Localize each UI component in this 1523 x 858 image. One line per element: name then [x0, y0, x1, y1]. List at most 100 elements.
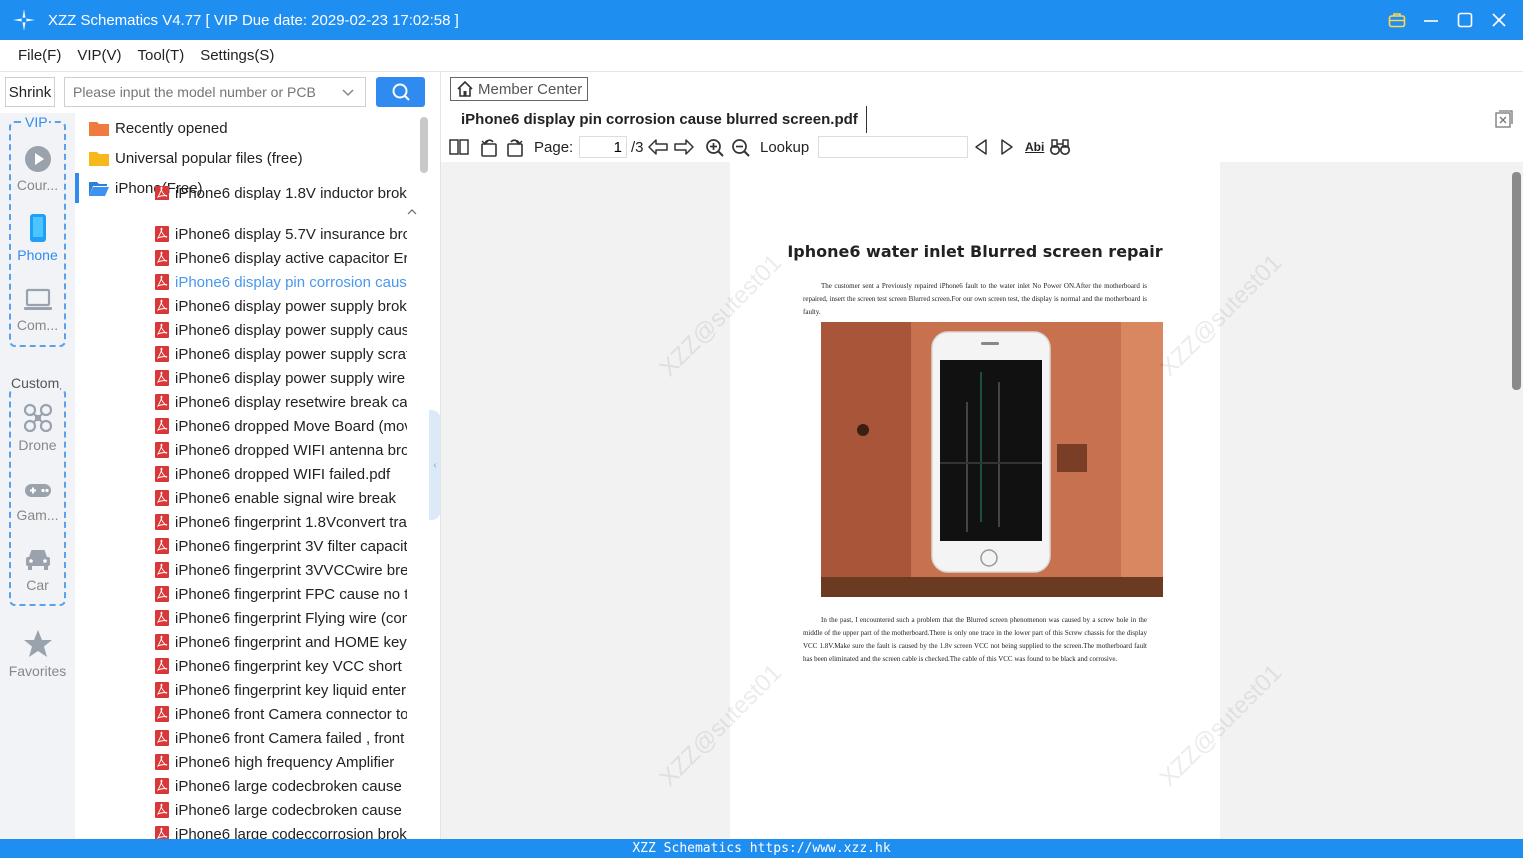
- file-item[interactable]: iPhone6 display active capacitor Error: [155, 246, 407, 270]
- previous-page-icon[interactable]: [647, 138, 669, 156]
- file-label: iPhone6 large codecbroken cause: [175, 801, 402, 819]
- laptop-icon: [23, 288, 52, 310]
- file-label: iPhone6 display power supply cause: [175, 321, 407, 339]
- file-label: iPhone6 dropped WIFI antenna broken: [175, 441, 407, 459]
- two-page-view-icon[interactable]: [449, 138, 469, 156]
- find-next-icon[interactable]: [999, 138, 1015, 156]
- file-item[interactable]: iPhone6 fingerprint key VCC short: [155, 654, 407, 678]
- chevron-down-icon[interactable]: [341, 85, 355, 102]
- close-icon[interactable]: [1489, 10, 1509, 30]
- file-label: iPhone6 fingerprint key VCC short: [175, 657, 402, 675]
- file-label: iPhone6 high frequency Amplifier: [175, 753, 395, 771]
- file-label: iPhone6 display active capacitor Error: [175, 249, 407, 267]
- pdf-icon: [155, 298, 169, 314]
- viewer-scrollbar[interactable]: [1512, 172, 1521, 390]
- phone-icon: [29, 214, 46, 242]
- maximize-icon[interactable]: [1455, 10, 1475, 30]
- file-item[interactable]: iPhone6 display power supply wire: [155, 366, 407, 390]
- file-item[interactable]: iPhone6 display 1.8V inductor broken: [155, 186, 407, 200]
- phone-photo: [821, 322, 1163, 597]
- minimize-icon[interactable]: [1421, 10, 1441, 30]
- drone-icon: [23, 403, 52, 433]
- menu-settings[interactable]: Settings(S): [200, 47, 274, 64]
- folder-recently-opened[interactable]: Recently opened: [75, 113, 420, 143]
- menu-file[interactable]: File(F): [18, 47, 61, 64]
- folder-label: Universal popular files (free): [115, 149, 303, 167]
- pdf-icon: [155, 346, 169, 362]
- page-number-input[interactable]: [579, 136, 627, 158]
- file-item[interactable]: iPhone6 fingerprint 3V filter capacitor: [155, 534, 407, 558]
- lookup-input[interactable]: [818, 136, 968, 158]
- file-label: iPhone6 fingerprint 1.8Vconvert transist…: [175, 513, 407, 531]
- page-label: Page:: [534, 139, 574, 156]
- menu-tool[interactable]: Tool(T): [138, 47, 185, 64]
- chevron-up-icon[interactable]: [407, 203, 417, 219]
- category-drone[interactable]: Drone: [0, 403, 75, 453]
- folder-universal[interactable]: Universal popular files (free): [75, 143, 420, 173]
- file-item[interactable]: iPhone6 display pin corrosion cause: [155, 270, 407, 294]
- file-item[interactable]: iPhone6 dropped Move Board (move: [155, 414, 407, 438]
- file-item[interactable]: iPhone6 display resetwire break cause: [155, 390, 407, 414]
- pdf-viewer[interactable]: Iphone6 water inlet Blurred screen repai…: [441, 162, 1523, 839]
- pdf-icon: [155, 442, 169, 458]
- pdf-icon: [155, 514, 169, 530]
- file-item[interactable]: iPhone6 display power supply cause: [155, 318, 407, 342]
- category-courses[interactable]: Cour...: [0, 145, 75, 193]
- file-label: iPhone6 display power supply wire: [175, 369, 406, 387]
- rotate-right-icon[interactable]: [505, 138, 525, 158]
- next-page-icon[interactable]: [673, 138, 695, 156]
- category-computer[interactable]: Com...: [0, 285, 75, 333]
- zoom-in-icon[interactable]: [705, 138, 725, 158]
- file-item[interactable]: iPhone6 fingerprint 3VVCCwire break: [155, 558, 407, 582]
- match-case-button[interactable]: Abi: [1025, 140, 1044, 154]
- rotate-left-icon[interactable]: [479, 138, 499, 158]
- file-item[interactable]: iPhone6 large codeccorrosion broken: [155, 822, 407, 839]
- file-item[interactable]: iPhone6 high frequency Amplifier: [155, 750, 407, 774]
- pdf-icon: [155, 370, 169, 386]
- zoom-out-icon[interactable]: [731, 138, 751, 158]
- window-title: XZZ Schematics V4.77 [ VIP Due date: 202…: [48, 11, 459, 29]
- menu-vip[interactable]: VIP(V): [77, 47, 121, 64]
- file-item[interactable]: iPhone6 fingerprint Flying wire (connect: [155, 606, 407, 630]
- search-icon: [392, 83, 410, 101]
- file-item[interactable]: iPhone6 large codecbroken cause: [155, 774, 407, 798]
- pdf-icon: [155, 586, 169, 602]
- model-search-field[interactable]: [64, 77, 366, 107]
- search-input[interactable]: [73, 84, 335, 100]
- file-item[interactable]: iPhone6 front Camera failed , front: [155, 726, 407, 750]
- search-button[interactable]: [376, 77, 425, 107]
- file-tree: Recently opened Universal popular files …: [75, 113, 430, 839]
- category-favorites[interactable]: Favorites: [0, 629, 75, 679]
- document-tab[interactable]: iPhone6 display pin corrosion cause blur…: [453, 106, 867, 133]
- category-phone[interactable]: Phone: [0, 213, 75, 263]
- home-icon: [457, 80, 473, 97]
- file-item[interactable]: iPhone6 display 5.7V insurance broken: [155, 222, 407, 246]
- file-item[interactable]: iPhone6 display power supply broken: [155, 294, 407, 318]
- file-item[interactable]: iPhone6 fingerprint and HOME key: [155, 630, 407, 654]
- find-previous-icon[interactable]: [973, 138, 989, 156]
- file-item[interactable]: iPhone6 front Camera connector to: [155, 702, 407, 726]
- tree-scrollbar[interactable]: [420, 117, 428, 173]
- pdf-icon: [155, 826, 169, 839]
- category-games[interactable]: Gam...: [0, 479, 75, 523]
- shrink-button[interactable]: Shrink: [5, 77, 55, 107]
- pdf-icon: [155, 186, 169, 200]
- binoculars-icon[interactable]: [1049, 138, 1071, 156]
- file-item[interactable]: iPhone6 fingerprint FPC cause no touch: [155, 582, 407, 606]
- file-item[interactable]: iPhone6 large codecbroken cause: [155, 798, 407, 822]
- file-item[interactable]: iPhone6 enable signal wire break: [155, 486, 407, 510]
- member-center-button[interactable]: Member Center: [450, 77, 588, 101]
- file-item[interactable]: iPhone6 dropped WIFI failed.pdf: [155, 462, 407, 486]
- file-item[interactable]: iPhone6 display power supply scratch: [155, 342, 407, 366]
- file-item[interactable]: iPhone6 fingerprint key liquid enter: [155, 678, 407, 702]
- document-paragraph-1: The customer sent a Previously repaired …: [803, 282, 1147, 316]
- pdf-icon: [155, 226, 169, 242]
- file-label: iPhone6 fingerprint Flying wire (connect: [175, 609, 407, 627]
- category-car[interactable]: Car: [0, 545, 75, 593]
- briefcase-icon[interactable]: [1387, 10, 1407, 30]
- pdf-icon: [155, 538, 169, 554]
- close-all-tabs-icon[interactable]: [1495, 110, 1513, 131]
- file-item[interactable]: iPhone6 dropped WIFI antenna broken: [155, 438, 407, 462]
- category-label: Phone: [17, 247, 58, 263]
- file-item[interactable]: iPhone6 fingerprint 1.8Vconvert transist…: [155, 510, 407, 534]
